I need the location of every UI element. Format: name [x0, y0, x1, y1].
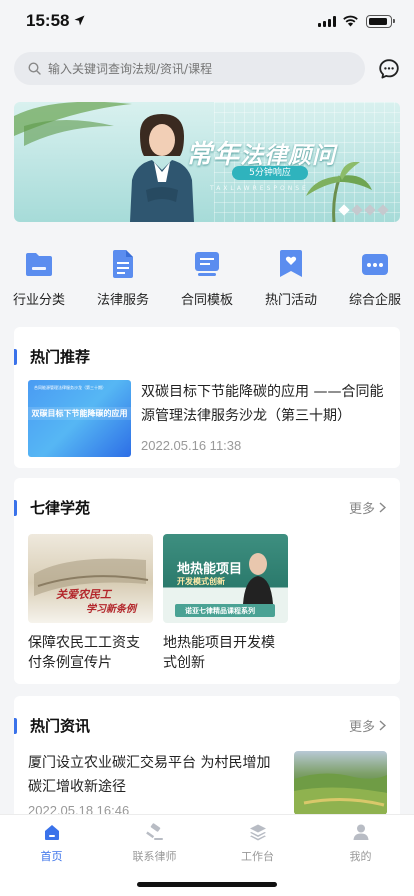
category-contract-template[interactable]: 合同模板	[165, 245, 249, 308]
category-label: 法律服务	[96, 293, 149, 308]
category-hot-activity[interactable]: 热门活动	[249, 245, 333, 308]
chevron-right-icon	[379, 502, 386, 513]
tab-workbench[interactable]: 工作台	[206, 821, 309, 864]
more-label: 更多	[348, 502, 375, 517]
category-label: 综合企服	[348, 293, 401, 308]
search-bar[interactable]	[14, 52, 365, 85]
chevron-right-icon	[379, 720, 386, 731]
tab-label: 工作台	[241, 850, 274, 863]
banner-title-part1: 常年	[186, 140, 241, 170]
promo-banner[interactable]: 常年法律顾问 5分钟响应 TAXLAWRESPONSE	[14, 102, 400, 222]
news-title[interactable]: 双碳目标下节能降碳的应用 ——合同能源管理法律服务沙龙（第三十期）	[141, 380, 387, 428]
news-date: 2022.05.16 11:38	[141, 438, 242, 453]
section-title: 热门资讯	[30, 717, 91, 735]
academy-card: 七律学苑 更多 关爱农民工 学习新条例 保障农民工工资支付条例宣传片 地热能项目…	[14, 478, 400, 684]
more-link[interactable]: 更多	[349, 498, 386, 517]
folder-icon	[26, 253, 52, 276]
category-label: 热门活动	[264, 293, 317, 308]
battery-icon	[366, 15, 395, 28]
section-title: 七律学苑	[30, 499, 91, 517]
banner-dot[interactable]	[351, 204, 363, 216]
course-title: 地热能项目开发模式创新	[163, 635, 275, 671]
search-input[interactable]	[48, 61, 328, 76]
heart-bookmark-icon	[280, 250, 302, 277]
location-arrow-icon	[74, 15, 85, 26]
search-icon	[28, 62, 41, 75]
hot-recommend-card: 热门推荐 合同能源管理法律服务沙龙（第三十期） 双碳目标下节能降碳的应用 双碳目…	[14, 327, 400, 468]
course-thumb-text: 地热能项目	[177, 562, 243, 577]
tab-label: 我的	[349, 850, 372, 863]
tab-label: 联系律师	[132, 850, 177, 863]
home-indicator	[137, 882, 277, 887]
course-thumb-text: 学习新条例	[86, 604, 136, 615]
category-enterprise-service[interactable]: 综合企服	[333, 245, 414, 308]
palm-leaf-decoration	[14, 102, 132, 146]
news-thumbnail[interactable]	[294, 751, 387, 815]
category-grid: 行业分类 法律服务 合同模板 热门活动 综合企服	[0, 245, 414, 313]
course-title: 保障农民工工资支付条例宣传片	[28, 635, 140, 671]
farmland-image	[294, 773, 387, 815]
news-thumbnail[interactable]: 合同能源管理法律服务沙龙（第三十期） 双碳目标下节能降碳的应用	[28, 380, 131, 457]
banner-dot[interactable]	[364, 204, 376, 216]
tab-contact-lawyer[interactable]: 联系律师	[103, 821, 206, 864]
banner-dot[interactable]	[338, 204, 350, 216]
section-title: 热门推荐	[30, 348, 91, 366]
status-bar: 15:58	[0, 0, 414, 44]
course-item[interactable]: 关爱农民工 学习新条例 保障农民工工资支付条例宣传片	[28, 534, 153, 673]
section-accent-bar	[14, 500, 17, 516]
document-icon	[113, 250, 133, 278]
banner-pagination[interactable]	[338, 204, 389, 216]
section-header: 七律学苑 更多	[14, 478, 400, 526]
thumbnail-caption: 合同能源管理法律服务沙龙（第三十期）	[34, 385, 106, 390]
category-label: 合同模板	[180, 293, 233, 308]
home-icon	[44, 825, 59, 840]
banner-subtitle: TAXLAWRESPONSE	[210, 185, 309, 192]
status-time: 15:58	[26, 11, 70, 30]
wifi-icon	[343, 15, 358, 27]
category-legal-service[interactable]: 法律服务	[81, 245, 165, 308]
layers-icon	[249, 824, 266, 841]
banner-dot[interactable]	[377, 204, 389, 216]
user-icon	[353, 824, 368, 840]
contract-template-icon	[195, 252, 219, 276]
section-header: 热门资讯 更多	[14, 696, 400, 744]
tab-home[interactable]: 首页	[0, 821, 103, 864]
banner-response-badge: 5分钟响应	[232, 166, 308, 180]
course-item[interactable]: 地热能项目 开发模式创新 诺亚七律精品课程系列 地热能项目开发模式创新	[163, 534, 288, 673]
gavel-icon	[145, 823, 163, 840]
more-link[interactable]: 更多	[349, 716, 386, 735]
news-title[interactable]: 厦门设立农业碳汇交易平台 为村民增加碳汇增收新途径	[28, 751, 284, 799]
more-label: 更多	[348, 720, 375, 735]
course-thumbnail: 关爱农民工 学习新条例	[28, 534, 153, 623]
section-header: 热门推荐	[14, 327, 400, 375]
more-services-icon	[362, 254, 388, 275]
hot-news-card: 热门资讯 更多 厦门设立农业碳汇交易平台 为村民增加碳汇增收新途径 2022.0…	[14, 696, 400, 826]
category-industry[interactable]: 行业分类	[0, 245, 81, 308]
course-thumbnail: 地热能项目 开发模式创新 诺亚七律精品课程系列	[163, 534, 288, 623]
tab-label: 首页	[40, 850, 63, 863]
cellular-signal-icon	[318, 16, 336, 27]
message-icon[interactable]	[378, 58, 400, 80]
thumbnail-title: 双碳目标下节能降碳的应用	[28, 407, 131, 420]
section-accent-bar	[14, 718, 17, 734]
course-thumb-text: 诺亚七律精品课程系列	[185, 607, 255, 615]
category-label: 行业分类	[12, 293, 65, 308]
tab-profile[interactable]: 我的	[309, 821, 412, 864]
course-thumb-text: 开发模式创新	[177, 577, 225, 586]
section-accent-bar	[14, 349, 17, 365]
